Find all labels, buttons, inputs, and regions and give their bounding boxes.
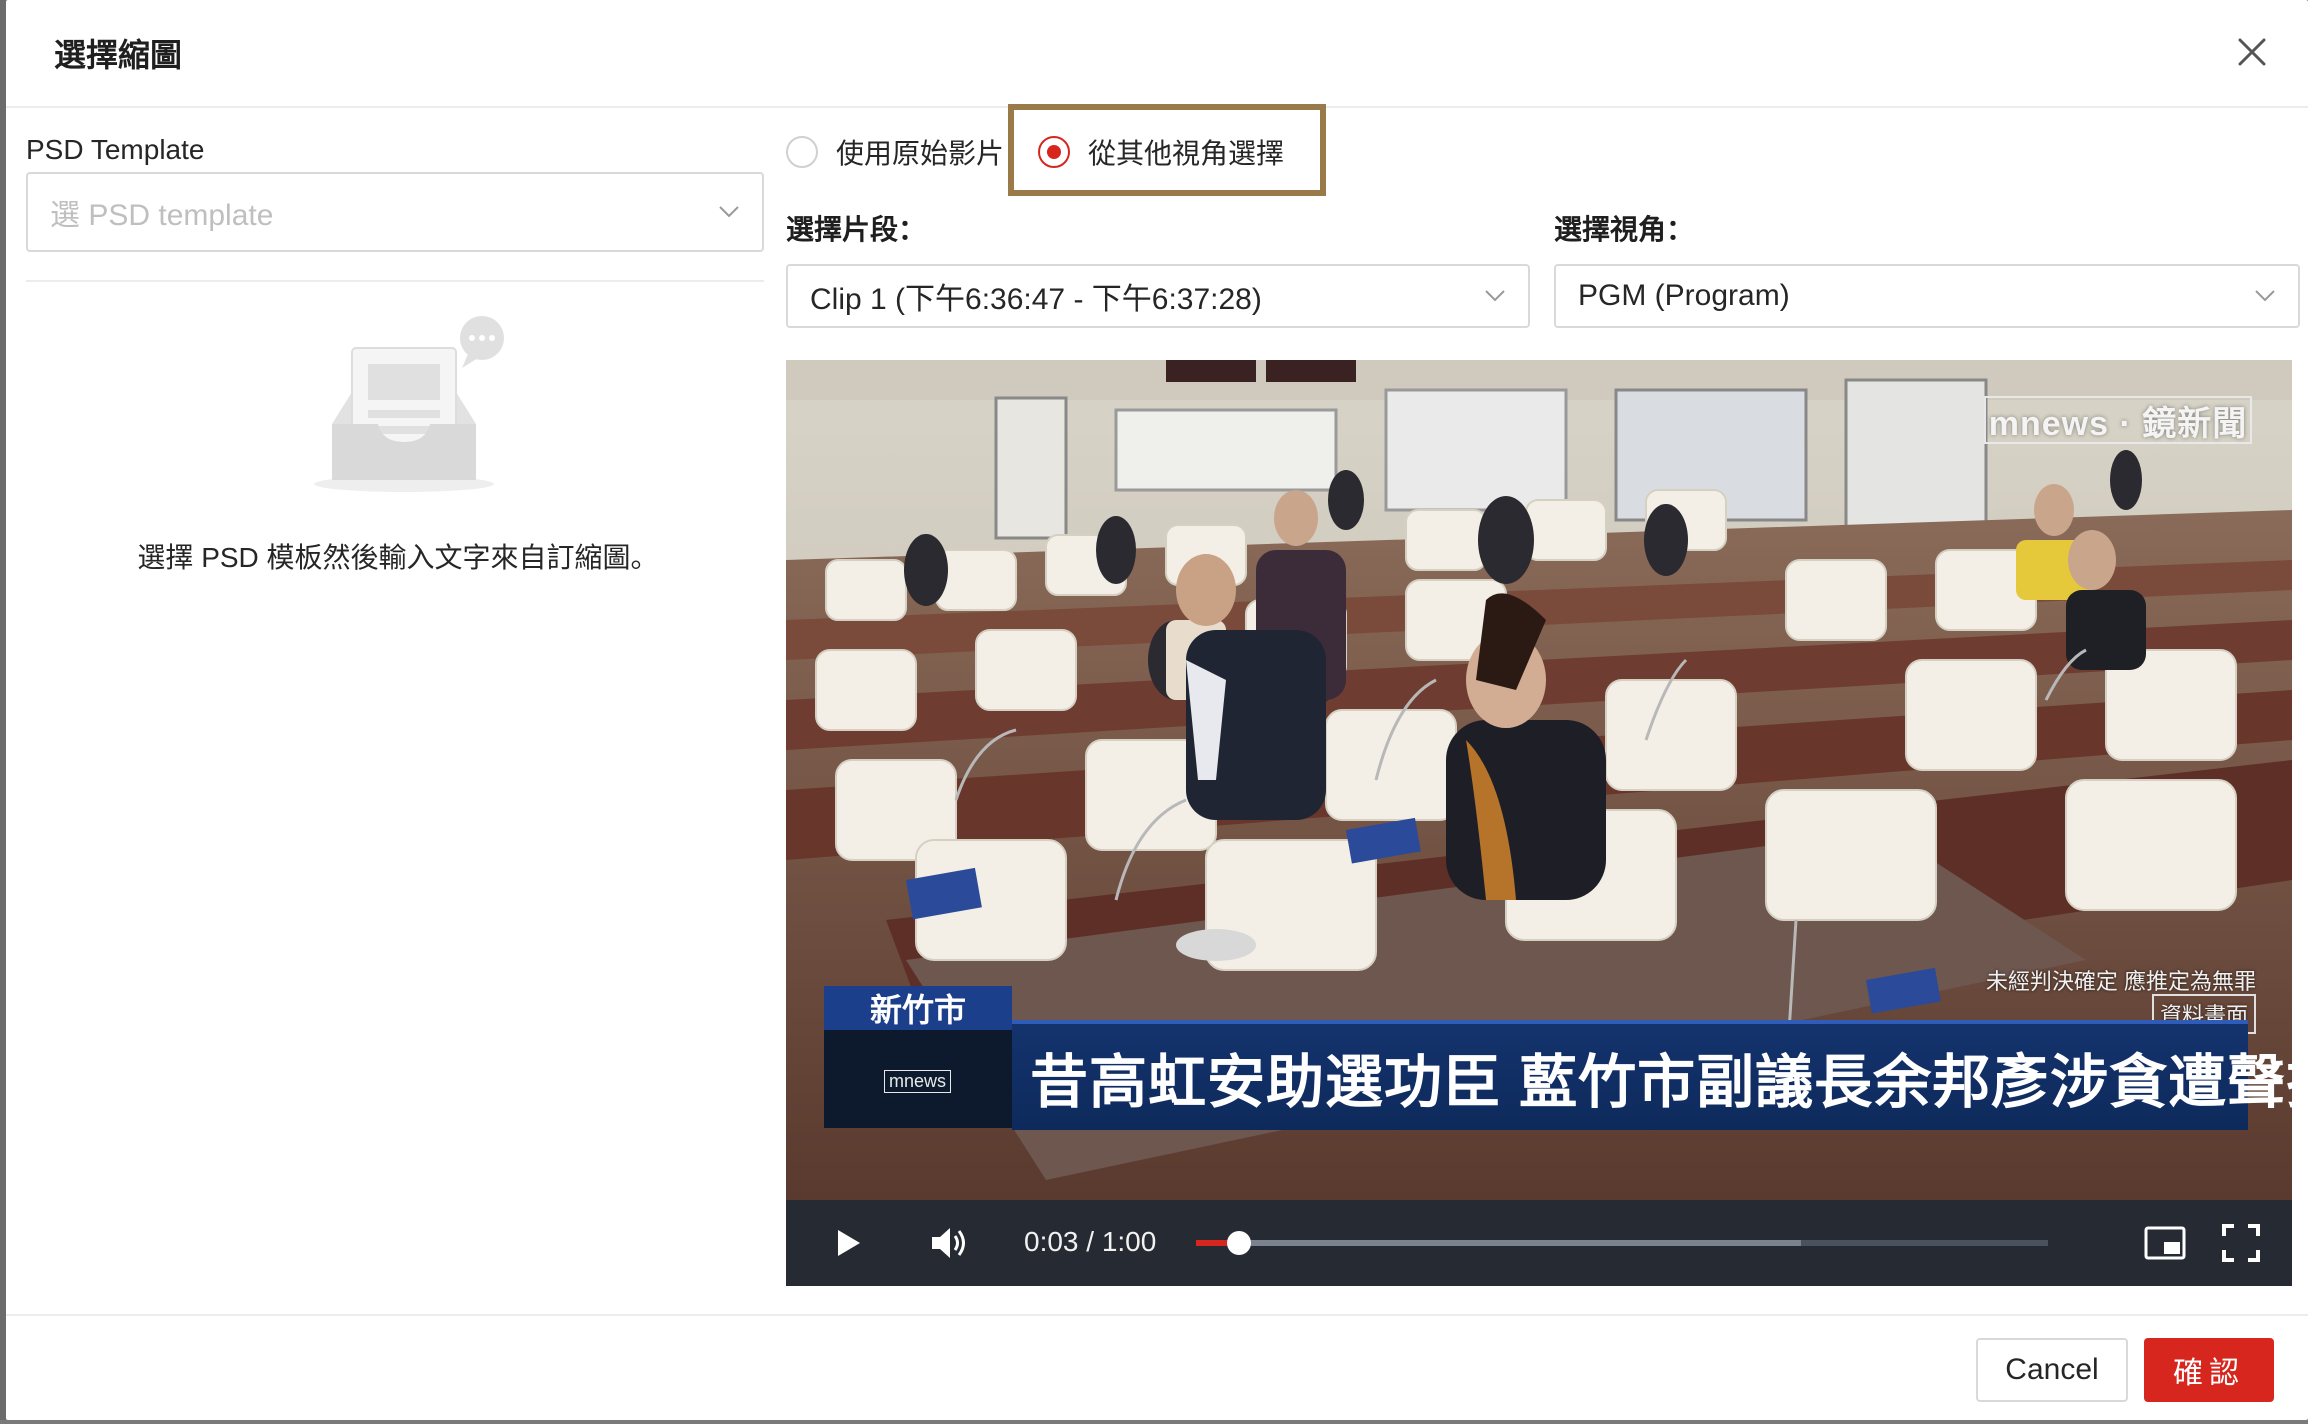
- view-select[interactable]: PGM (Program): [1554, 264, 2300, 328]
- empty-inbox-icon: [314, 316, 504, 492]
- clip-select[interactable]: Clip 1 (下午6:36:47 - 下午6:37:28): [786, 264, 1530, 328]
- progress-bar[interactable]: [1196, 1231, 2048, 1255]
- divider: [26, 280, 764, 282]
- radio-choose-other-view[interactable]: 從其他視角選擇: [1038, 132, 1284, 172]
- volume-button[interactable]: [926, 1220, 972, 1266]
- close-icon: [2238, 38, 2266, 66]
- location-tag: 新竹市: [824, 986, 1012, 1030]
- radio-use-original-video[interactable]: 使用原始影片: [786, 132, 1004, 172]
- radio-circle-checked: [1038, 136, 1070, 168]
- thumbnail-logo: mnews: [884, 1070, 952, 1093]
- psd-template-label: PSD Template: [26, 134, 205, 165]
- news-headline: 昔高虹安助選功臣 藍竹市副議長余邦彥涉貪遭聲押: [1012, 1020, 2292, 1130]
- disclaimer-caption: 未經判決確定 應推定為無罪: [1985, 969, 2256, 994]
- psd-template-select[interactable]: 選 PSD template: [26, 172, 764, 252]
- dialog-title: 選擇縮圖: [54, 37, 183, 73]
- player-controls: 0:03 / 1:00: [786, 1200, 2292, 1286]
- clip-label: 選擇片段：: [786, 214, 927, 245]
- radio-circle: [786, 136, 818, 168]
- view-select-value: PGM (Program): [1578, 279, 1790, 312]
- source-radio-group: 使用原始影片 從其他視角選擇: [786, 104, 2302, 198]
- fullscreen-button[interactable]: [2218, 1220, 2264, 1266]
- fullscreen-icon: [2222, 1224, 2260, 1262]
- play-button[interactable]: [824, 1220, 870, 1266]
- close-button[interactable]: [2232, 32, 2272, 72]
- play-icon: [838, 1230, 860, 1256]
- video-player[interactable]: mnews · 鏡新聞 未經判決確定 應推定為無罪 資料畫面 新竹市 mnews…: [786, 360, 2292, 1286]
- time-display: 0:03 / 1:00: [1024, 1226, 1157, 1257]
- backdrop: [0, 1420, 2308, 1424]
- chevron-down-icon: [1485, 290, 1505, 302]
- progress-handle[interactable]: [1226, 1231, 1251, 1255]
- select-thumbnail-dialog: 選擇縮圖 PSD Template 選 PSD template 選擇 PSD …: [6, 0, 2308, 1420]
- channel-logo: mnews · 鏡新聞: [1984, 396, 2252, 444]
- dialog-footer: Cancel 確認: [6, 1314, 2308, 1420]
- radio-label: 使用原始影片: [836, 138, 1005, 169]
- confirm-button[interactable]: 確認: [2144, 1338, 2274, 1402]
- volume-icon: [932, 1228, 965, 1258]
- view-label: 選擇視角：: [1554, 214, 1695, 245]
- news-thumbnail: mnews: [824, 1030, 1012, 1128]
- dialog-header: 選擇縮圖: [6, 0, 2308, 108]
- chevron-down-icon: [719, 206, 739, 218]
- clip-select-value: Clip 1 (下午6:36:47 - 下午6:37:28): [810, 283, 1262, 316]
- chevron-down-icon: [2255, 290, 2275, 302]
- picture-in-picture-button[interactable]: [2142, 1220, 2188, 1266]
- psd-template-placeholder: 選 PSD template: [50, 199, 274, 232]
- cancel-button[interactable]: Cancel: [1976, 1338, 2128, 1402]
- progress-buffered: [1196, 1240, 1801, 1246]
- video-frame[interactable]: mnews · 鏡新聞 未經判決確定 應推定為無罪 資料畫面 新竹市 mnews…: [786, 360, 2292, 1200]
- picture-in-picture-icon: [2144, 1226, 2186, 1260]
- radio-label: 從其他視角選擇: [1088, 138, 1285, 169]
- empty-state-text: 選擇 PSD 模板然後輸入文字來自訂縮圖。: [137, 542, 659, 573]
